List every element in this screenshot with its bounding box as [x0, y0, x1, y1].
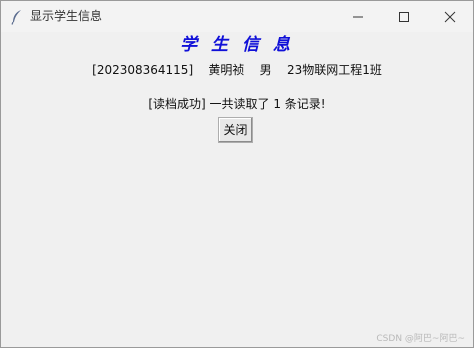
maximize-button[interactable]	[381, 1, 427, 32]
watermark-text: CSDN @阿巴~阿巴~	[376, 334, 465, 344]
student-id: [202308364115]	[92, 63, 194, 77]
student-record-row: [202308364115] 黄明祯 男 23物联网工程1班	[1, 61, 473, 79]
student-name: 黄明祯	[208, 63, 245, 77]
minimize-icon	[353, 16, 363, 18]
title-bar[interactable]: 显示学生信息	[1, 1, 473, 32]
maximize-icon	[399, 12, 409, 22]
minimize-button[interactable]	[335, 1, 381, 32]
student-gender: 男	[259, 63, 272, 77]
page-title: 学 生 信 息	[180, 35, 294, 55]
load-status-text: [读档成功] 一共读取了 1 条记录!	[148, 97, 326, 111]
close-icon	[444, 11, 456, 23]
student-info-window: 显示学生信息 学 生 信 息 [202308364115] 黄明祯 男 23物联…	[0, 0, 474, 348]
close-window-button[interactable]	[427, 1, 473, 32]
window-title: 显示学生信息	[30, 9, 103, 23]
student-class: 23物联网工程1班	[286, 63, 382, 77]
feather-icon	[10, 9, 24, 25]
close-button[interactable]: 关闭	[218, 117, 253, 143]
